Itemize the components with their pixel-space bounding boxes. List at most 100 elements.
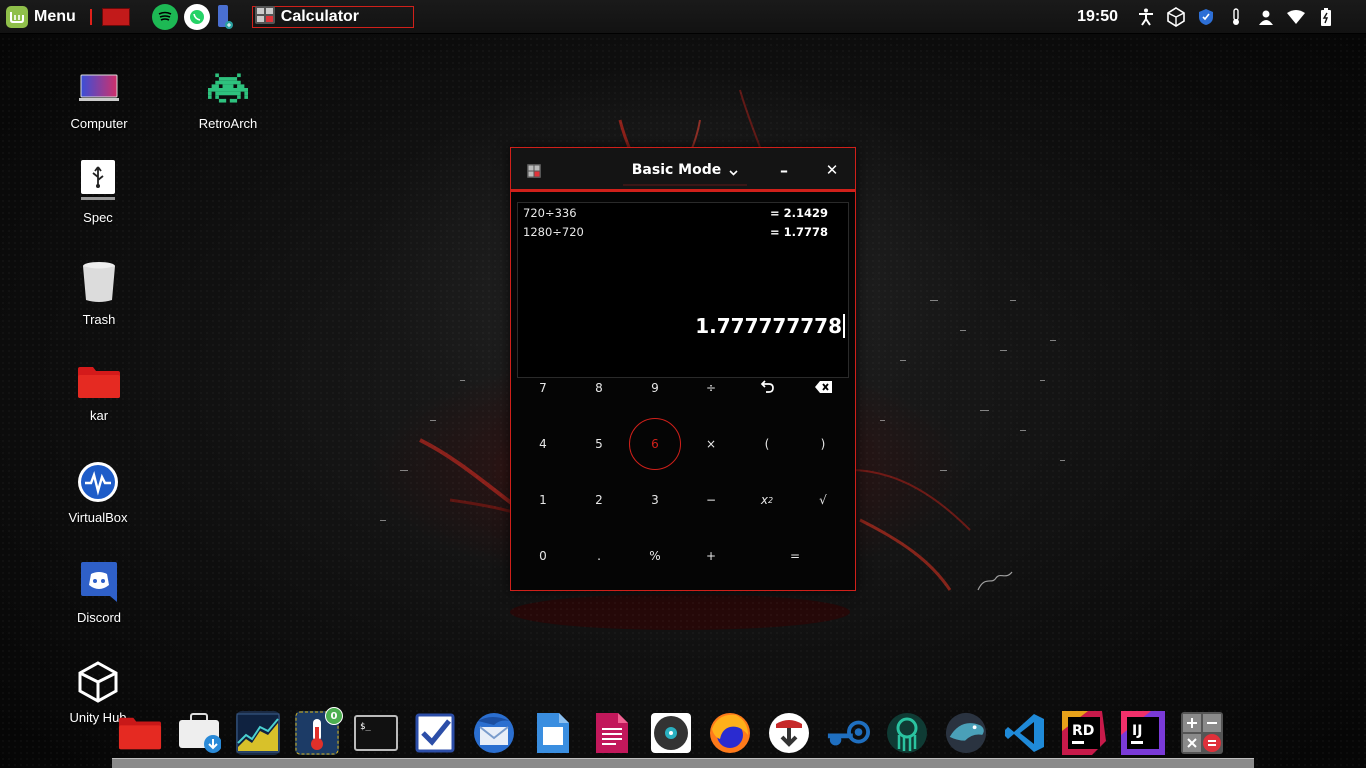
backspace-button[interactable] [797, 362, 849, 414]
software-store-icon[interactable] [177, 711, 221, 755]
whatsapp-icon[interactable] [183, 3, 210, 30]
dock-shelf [112, 758, 1254, 768]
files-folder-icon[interactable] [118, 711, 162, 755]
top-panel: Menu Calculator 19:50 [0, 0, 1366, 34]
key-6[interactable]: 6 [629, 418, 681, 470]
calculator-icon[interactable] [1180, 711, 1224, 755]
system-monitor-icon[interactable] [236, 711, 280, 755]
text-caret [843, 314, 845, 338]
key-multiply[interactable]: × [685, 418, 737, 470]
calculator-titlebar[interactable]: Basic Mode – ✕ [511, 148, 855, 192]
key-0[interactable]: 0 [517, 530, 569, 582]
calculator-app-icon [254, 5, 275, 28]
key-9[interactable]: 9 [629, 362, 681, 414]
key-7[interactable]: 7 [517, 362, 569, 414]
shield-icon[interactable] [1196, 7, 1216, 27]
minimize-button[interactable]: – [775, 160, 793, 180]
vscode-icon[interactable] [1003, 711, 1047, 755]
undo-button[interactable] [741, 362, 793, 414]
desktop-icon-label: VirtualBox [68, 510, 128, 525]
notification-badge: 0 [325, 707, 343, 725]
calculator-window: Basic Mode – ✕ 720÷336 = 2.1429 1280÷720… [510, 147, 856, 591]
mode-label: Basic Mode [631, 162, 722, 178]
undo-icon [760, 380, 774, 396]
key-right-paren[interactable]: ) [797, 418, 849, 470]
desktop-icon-label: kar [89, 408, 109, 423]
temperature-app-icon[interactable]: 0 [295, 707, 343, 755]
document-viewer-icon[interactable] [531, 711, 575, 755]
usb-drive-icon [76, 160, 120, 200]
wifi-icon[interactable] [1286, 7, 1306, 27]
taskbar-window-calculator[interactable]: Calculator [251, 5, 414, 28]
clock[interactable]: 19:50 [1077, 8, 1118, 26]
mysql-workbench-icon[interactable] [944, 711, 988, 755]
square-base: x [760, 493, 768, 507]
key-percent[interactable]: % [629, 530, 681, 582]
calculator-app-icon [527, 163, 541, 178]
menu-label: Menu [34, 7, 76, 25]
computer-icon [77, 66, 121, 110]
key-decimal[interactable]: . [573, 530, 625, 582]
key-divide[interactable]: ÷ [685, 362, 737, 414]
key-equals[interactable]: = [741, 530, 849, 582]
show-desktop-button[interactable] [101, 7, 130, 26]
key-minus[interactable]: − [685, 474, 737, 526]
key-left-paren[interactable]: ( [741, 418, 793, 470]
desktop-icon-trash[interactable]: Trash [44, 260, 154, 327]
display-value: 1.777777778 [695, 314, 842, 338]
battery-icon[interactable] [1316, 7, 1336, 27]
svg-text:$_: $_ [360, 722, 371, 732]
discord-icon [77, 560, 121, 604]
desktop-icon-spec[interactable]: Spec [43, 160, 153, 225]
key-4[interactable]: 4 [517, 418, 569, 470]
usb-device-icon[interactable] [216, 4, 234, 30]
linux-mint-icon [6, 5, 28, 28]
unity-icon[interactable] [1166, 7, 1186, 27]
user-icon[interactable] [1256, 7, 1276, 27]
calculator-display[interactable]: 1.777777778 [695, 314, 845, 338]
desktop-icon-discord[interactable]: Discord [44, 560, 154, 625]
key-2[interactable]: 2 [573, 474, 625, 526]
backspace-icon [814, 380, 832, 396]
accessibility-icon[interactable] [1136, 7, 1156, 27]
desktop-icon-virtualbox[interactable]: VirtualBox [43, 460, 153, 525]
desktop-icon-label: Trash [82, 312, 116, 327]
close-button[interactable]: ✕ [823, 160, 841, 180]
firefox-icon[interactable] [708, 711, 752, 755]
desktop-icon-computer[interactable]: Computer [44, 66, 154, 131]
history-item[interactable]: 720÷336 = 2.1429 [518, 203, 848, 222]
key-5[interactable]: 5 [573, 418, 625, 470]
folder-icon [77, 360, 121, 404]
tasks-icon[interactable] [413, 711, 457, 755]
text-editor-icon[interactable] [590, 711, 634, 755]
key-8[interactable]: 8 [573, 362, 625, 414]
mode-selector[interactable]: Basic Mode [623, 156, 747, 186]
desktop-icon-kar[interactable]: kar [44, 360, 154, 423]
dock: 0 $_ RD IJ [118, 707, 1224, 758]
gitkraken-icon[interactable] [885, 711, 929, 755]
menu-button[interactable]: Menu [0, 0, 82, 34]
desktop-icon-label: Spec [83, 210, 113, 225]
key-1[interactable]: 1 [517, 474, 569, 526]
history-list: 720÷336 = 2.1429 1280÷720 = 1.7778 [517, 202, 849, 378]
rhythmbox-icon[interactable] [649, 711, 693, 755]
desktop-icon-label: RetroArch [198, 116, 258, 131]
temperature-icon[interactable] [1226, 7, 1246, 27]
rider-icon[interactable]: RD [1062, 711, 1106, 755]
chevron-down-icon [729, 161, 738, 180]
history-expression: 1280÷720 [523, 225, 584, 239]
history-result: = 1.7778 [770, 225, 829, 239]
history-item[interactable]: 1280÷720 = 1.7778 [518, 222, 848, 241]
torrent-icon[interactable] [767, 711, 811, 755]
key-sqrt[interactable]: √ [797, 474, 849, 526]
intellij-icon[interactable]: IJ [1121, 711, 1165, 755]
desktop-icon-retroarch[interactable]: RetroArch [173, 66, 283, 131]
steam-icon[interactable] [826, 711, 870, 755]
thunderbird-icon[interactable] [472, 711, 516, 755]
desktop-icon-label: Discord [76, 610, 122, 625]
key-plus[interactable]: + [685, 530, 737, 582]
key-square[interactable]: x2 [741, 474, 793, 526]
terminal-icon[interactable]: $_ [354, 711, 398, 755]
key-3[interactable]: 3 [629, 474, 681, 526]
spotify-icon[interactable] [151, 3, 178, 30]
